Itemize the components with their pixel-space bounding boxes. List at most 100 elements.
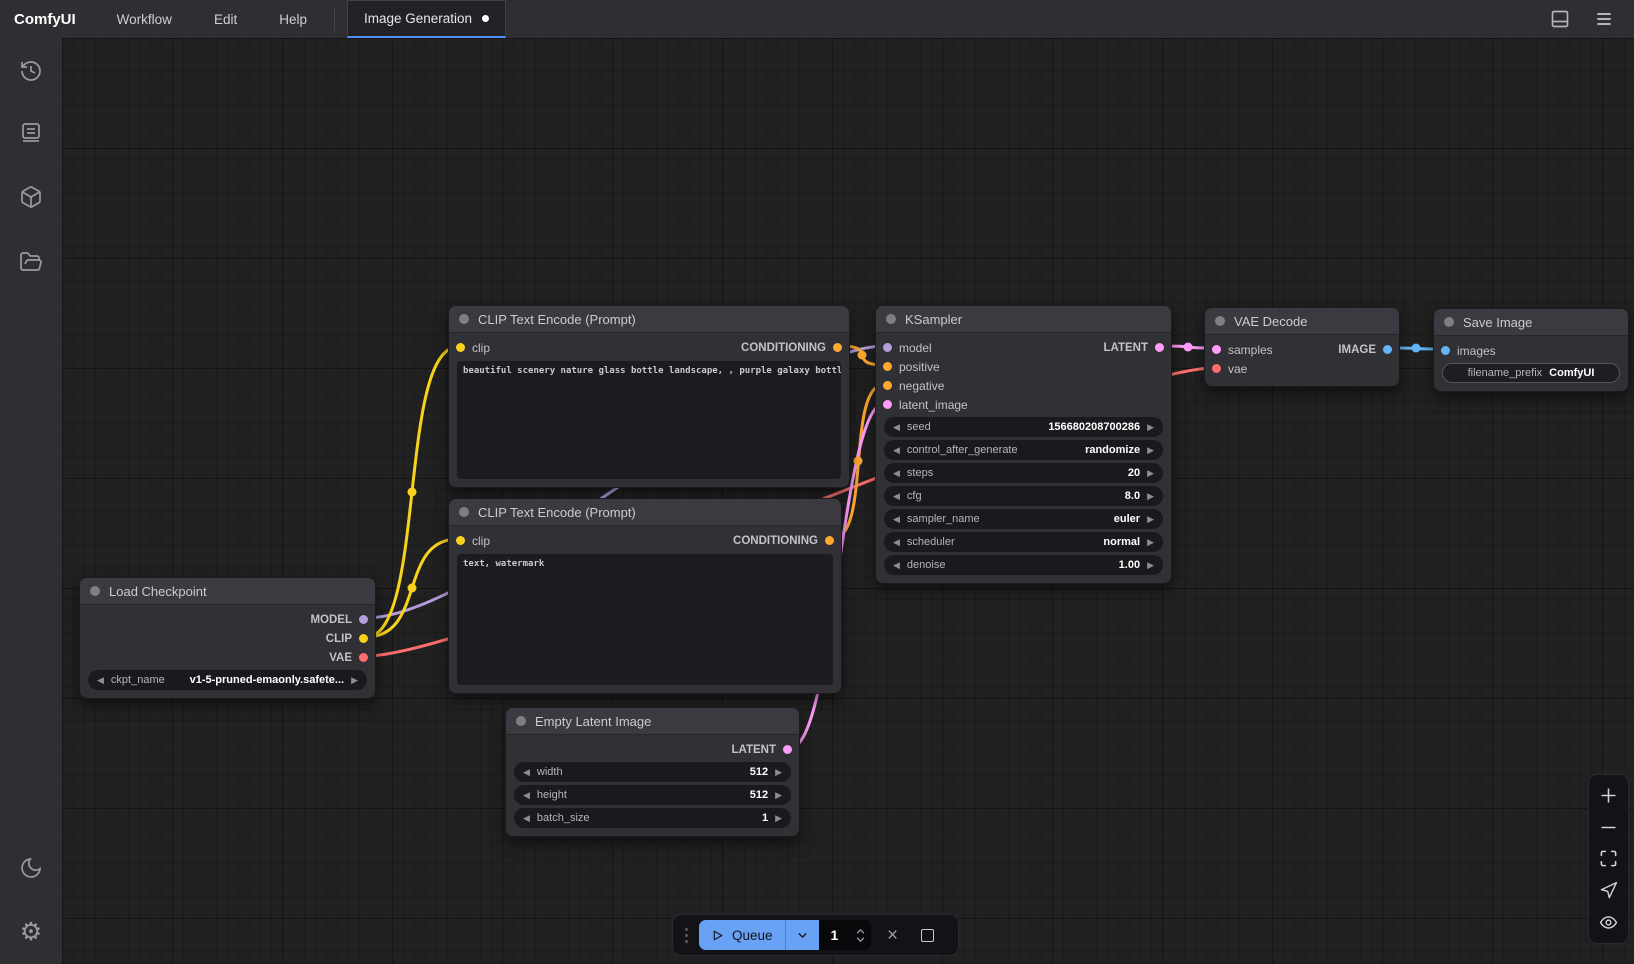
- output-pin-conditioning[interactable]: [833, 343, 842, 352]
- node-clip-text-encode-negative[interactable]: CLIP Text Encode (Prompt) clip CONDITION…: [448, 498, 842, 694]
- node-library-icon[interactable]: [18, 184, 44, 210]
- input-pin-latent-image[interactable]: [883, 400, 892, 409]
- input-pin-clip[interactable]: [456, 536, 465, 545]
- settings-gear-icon[interactable]: ⚙: [18, 919, 44, 945]
- history-icon[interactable]: [18, 58, 44, 84]
- increment-arrow-icon[interactable]: ▶: [775, 791, 782, 800]
- menu-workflow[interactable]: Workflow: [96, 0, 193, 38]
- link-dot-clip-positive[interactable]: [408, 488, 417, 497]
- increment-arrow-icon[interactable]: ▶: [775, 768, 782, 777]
- increment-arrow-icon[interactable]: ▶: [1147, 538, 1154, 547]
- input-pin-negative[interactable]: [883, 381, 892, 390]
- output-pin-latent[interactable]: [783, 745, 792, 754]
- spinner-down-icon[interactable]: [856, 937, 865, 942]
- decrement-arrow-icon[interactable]: ◀: [893, 538, 900, 547]
- collapse-dot[interactable]: [1444, 317, 1454, 327]
- widget-width[interactable]: ◀ width 512 ▶: [514, 762, 791, 782]
- clear-queue-button[interactable]: ×: [880, 922, 906, 948]
- increment-arrow-icon[interactable]: ▶: [1147, 561, 1154, 570]
- node-clip-text-encode-positive[interactable]: CLIP Text Encode (Prompt) clip CONDITION…: [448, 305, 850, 488]
- node-load-checkpoint[interactable]: Load Checkpoint MODEL CLIP VAE ◀ ckpt_na…: [79, 577, 376, 699]
- decrement-arrow-icon[interactable]: ◀: [893, 492, 900, 501]
- queue-list-icon[interactable]: [18, 120, 44, 146]
- hamburger-menu-icon[interactable]: [1594, 9, 1614, 29]
- node-header[interactable]: CLIP Text Encode (Prompt): [449, 306, 849, 333]
- node-header[interactable]: KSampler: [876, 306, 1171, 333]
- queue-options-caret[interactable]: [785, 920, 819, 950]
- batch-count-input[interactable]: 1: [819, 920, 871, 950]
- widget-control-after-generate[interactable]: ◀ control_after_generate randomize ▶: [884, 440, 1163, 460]
- increment-arrow-icon[interactable]: ▶: [1147, 423, 1154, 432]
- increment-arrow-icon[interactable]: ▶: [351, 676, 358, 685]
- theme-moon-icon[interactable]: [18, 855, 44, 881]
- node-ksampler[interactable]: KSampler model LATENT positive negative …: [875, 305, 1172, 584]
- link-dot-clip-negative[interactable]: [408, 584, 417, 593]
- input-pin-images[interactable]: [1441, 346, 1450, 355]
- decrement-arrow-icon[interactable]: ◀: [523, 814, 530, 823]
- increment-arrow-icon[interactable]: ▶: [775, 814, 782, 823]
- node-header[interactable]: Load Checkpoint: [80, 578, 375, 605]
- widget-ckpt-name[interactable]: ◀ ckpt_name v1-5-pruned-emaonly.safete..…: [88, 670, 367, 690]
- queue-button[interactable]: Queue: [699, 920, 785, 950]
- link-dot-cond-positive[interactable]: [858, 351, 867, 360]
- link-dot-cond-negative[interactable]: [854, 457, 863, 466]
- widget-sampler-name[interactable]: ◀ sampler_name euler ▶: [884, 509, 1163, 529]
- widget-steps[interactable]: ◀ steps 20 ▶: [884, 463, 1163, 483]
- link-dot-image[interactable]: [1412, 344, 1421, 353]
- output-pin-clip[interactable]: [359, 634, 368, 643]
- widget-cfg[interactable]: ◀ cfg 8.0 ▶: [884, 486, 1163, 506]
- input-pin-positive[interactable]: [883, 362, 892, 371]
- decrement-arrow-icon[interactable]: ◀: [893, 469, 900, 478]
- decrement-arrow-icon[interactable]: ◀: [893, 561, 900, 570]
- input-pin-samples[interactable]: [1212, 345, 1221, 354]
- link-dot-latent-output[interactable]: [1184, 343, 1193, 352]
- prompt-textarea[interactable]: beautiful scenery nature glass bottle la…: [457, 361, 841, 479]
- node-graph-canvas[interactable]: Load Checkpoint MODEL CLIP VAE ◀ ckpt_na…: [62, 38, 1634, 964]
- widget-scheduler[interactable]: ◀ scheduler normal ▶: [884, 532, 1163, 552]
- prompt-textarea[interactable]: text, watermark: [457, 554, 833, 685]
- decrement-arrow-icon[interactable]: ◀: [523, 768, 530, 777]
- output-pin-model[interactable]: [359, 615, 368, 624]
- node-header[interactable]: CLIP Text Encode (Prompt): [449, 499, 841, 526]
- widget-batch-size[interactable]: ◀ batch_size 1 ▶: [514, 808, 791, 828]
- decrement-arrow-icon[interactable]: ◀: [523, 791, 530, 800]
- interrupt-button[interactable]: [915, 922, 941, 948]
- increment-arrow-icon[interactable]: ▶: [1147, 492, 1154, 501]
- output-pin-latent[interactable]: [1155, 343, 1164, 352]
- increment-arrow-icon[interactable]: ▶: [1147, 446, 1154, 455]
- workflow-tab[interactable]: Image Generation: [347, 0, 506, 38]
- panel-bottom-icon[interactable]: [1550, 9, 1570, 29]
- input-pin-vae[interactable]: [1212, 364, 1221, 373]
- widget-filename-prefix[interactable]: filename_prefix ComfyUI: [1442, 363, 1620, 383]
- input-pin-clip[interactable]: [456, 343, 465, 352]
- collapse-dot[interactable]: [459, 314, 469, 324]
- collapse-dot[interactable]: [516, 716, 526, 726]
- output-pin-vae[interactable]: [359, 653, 368, 662]
- node-empty-latent-image[interactable]: Empty Latent Image LATENT ◀ width 512 ▶ …: [505, 707, 800, 837]
- input-pin-model[interactable]: [883, 343, 892, 352]
- decrement-arrow-icon[interactable]: ◀: [893, 515, 900, 524]
- menu-help[interactable]: Help: [258, 0, 328, 38]
- increment-arrow-icon[interactable]: ▶: [1147, 515, 1154, 524]
- menu-edit[interactable]: Edit: [193, 0, 258, 38]
- output-pin-conditioning[interactable]: [825, 536, 834, 545]
- decrement-arrow-icon[interactable]: ◀: [893, 423, 900, 432]
- output-pin-image[interactable]: [1383, 345, 1392, 354]
- decrement-arrow-icon[interactable]: ◀: [893, 446, 900, 455]
- node-header[interactable]: Save Image: [1434, 309, 1628, 336]
- collapse-dot[interactable]: [90, 586, 100, 596]
- toggle-link-visibility-button[interactable]: [1598, 911, 1620, 933]
- collapse-dot[interactable]: [886, 314, 896, 324]
- spinner-up-icon[interactable]: [856, 929, 865, 934]
- collapse-dot[interactable]: [1215, 316, 1225, 326]
- node-vae-decode[interactable]: VAE Decode samples IMAGE vae: [1204, 307, 1400, 387]
- widget-height[interactable]: ◀ height 512 ▶: [514, 785, 791, 805]
- node-save-image[interactable]: Save Image images filename_prefix ComfyU…: [1433, 308, 1629, 392]
- select-mode-button[interactable]: [1598, 880, 1620, 902]
- zoom-in-button[interactable]: [1598, 785, 1620, 807]
- decrement-arrow-icon[interactable]: ◀: [97, 676, 104, 685]
- toolbar-drag-handle[interactable]: [683, 928, 690, 943]
- workflows-folder-icon[interactable]: [18, 249, 44, 275]
- increment-arrow-icon[interactable]: ▶: [1147, 469, 1154, 478]
- node-header[interactable]: VAE Decode: [1205, 308, 1399, 335]
